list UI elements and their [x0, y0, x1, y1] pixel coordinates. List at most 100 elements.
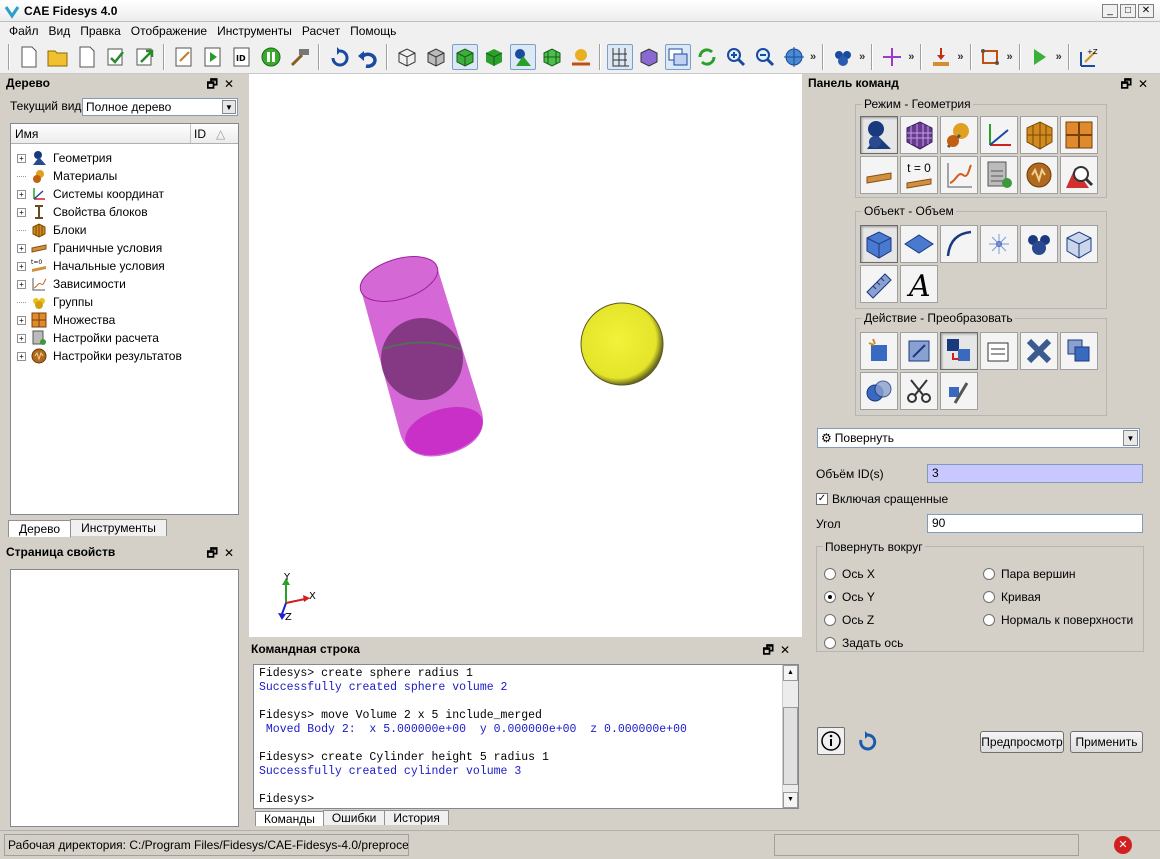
open-folder-icon[interactable] — [45, 44, 71, 70]
crosshair-icon[interactable] — [879, 44, 905, 70]
tree-item[interactable]: + Настройки результатов — [11, 347, 238, 365]
undo-history-icon[interactable] — [326, 44, 352, 70]
menu-display[interactable]: Отображение — [131, 24, 207, 38]
toolbar-overflow-icon[interactable]: » — [957, 51, 963, 63]
scroll-thumb[interactable] — [783, 707, 798, 785]
export-icon[interactable] — [132, 44, 158, 70]
coordinate-transform-icon[interactable]: +Z — [1075, 44, 1101, 70]
tab-errors[interactable]: Ошибки — [322, 810, 386, 825]
rotate-option[interactable]: Ось Y — [824, 585, 903, 608]
radio-button[interactable] — [983, 590, 995, 603]
sphere-volume[interactable] — [580, 302, 664, 386]
menu-view[interactable]: Вид — [49, 24, 71, 38]
pause-icon[interactable] — [258, 44, 284, 70]
apply-button[interactable]: Применить — [1070, 731, 1143, 753]
tree-item[interactable]: Блоки — [11, 221, 238, 239]
mode-postproc-button[interactable] — [1060, 156, 1098, 194]
radio-button[interactable] — [824, 590, 836, 603]
minimize-button[interactable]: _ — [1102, 3, 1118, 18]
run-script-icon[interactable] — [200, 44, 226, 70]
shaded-cube-icon[interactable] — [451, 43, 478, 70]
mesh-view-icon[interactable] — [539, 44, 565, 70]
preview-button[interactable]: Предпросмотр — [980, 731, 1064, 753]
expand-icon[interactable]: + — [17, 207, 26, 217]
solid-cube-icon[interactable] — [481, 44, 507, 70]
tree-item[interactable]: + t=0 Начальные условия — [11, 257, 238, 275]
rotate-option[interactable]: Ось X — [824, 562, 903, 585]
panel-float-close-icons[interactable]: 🗗✕ — [207, 544, 240, 562]
panel-float-close-icons[interactable]: 🗗✕ — [1121, 75, 1154, 93]
transparency-cube-icon[interactable] — [636, 44, 662, 70]
sort-icon[interactable]: △ — [213, 124, 235, 143]
panel-float-close-icons[interactable]: 🗗✕ — [763, 641, 796, 659]
rotate-option[interactable]: Пара вершин — [983, 562, 1133, 585]
zoom-in-icon[interactable] — [723, 44, 749, 70]
tree-item[interactable]: + Множества — [11, 311, 238, 329]
expand-icon[interactable]: + — [17, 351, 26, 361]
expand-icon[interactable]: + — [17, 315, 26, 325]
radio-button[interactable] — [824, 613, 836, 626]
mode-sets-button[interactable] — [1060, 116, 1098, 154]
tree-item[interactable]: + Свойства блоков — [11, 203, 238, 221]
action-cut-button[interactable] — [900, 372, 938, 410]
mode-blocks-button[interactable] — [1020, 116, 1058, 154]
column-name[interactable]: Имя — [11, 124, 191, 143]
tree-item[interactable]: Материалы — [11, 167, 238, 185]
object-volume-button[interactable] — [860, 225, 898, 263]
rotate-option[interactable]: Кривая — [983, 585, 1133, 608]
expand-icon[interactable]: + — [17, 261, 26, 271]
object-surface-button[interactable] — [900, 225, 938, 263]
radio-button[interactable] — [983, 567, 995, 580]
zoom-out-icon[interactable] — [752, 44, 778, 70]
chevron-down-icon[interactable]: ▼ — [1123, 430, 1138, 446]
action-cleanup-button[interactable] — [940, 372, 978, 410]
object-vertex-button[interactable] — [980, 225, 1018, 263]
column-id[interactable]: ID — [191, 124, 213, 143]
tree-item[interactable]: Группы — [11, 293, 238, 311]
undo-icon[interactable] — [355, 44, 381, 70]
expand-icon[interactable]: + — [17, 153, 26, 163]
action-create-button[interactable] — [860, 332, 898, 370]
rotate-option[interactable]: Ось Z — [824, 608, 903, 631]
menu-file[interactable]: Файл — [9, 24, 39, 38]
toolbar-overflow-icon[interactable]: » — [1007, 51, 1013, 63]
expand-icon[interactable]: + — [17, 279, 26, 289]
new-file-icon[interactable] — [16, 44, 42, 70]
light-scene-icon[interactable] — [568, 44, 594, 70]
angle-input[interactable]: 90 — [927, 514, 1143, 533]
mode-geometry-button[interactable] — [860, 116, 898, 154]
viewport-3d[interactable]: Y X Z — [249, 74, 802, 637]
console-scrollbar[interactable]: ▲ ▼ — [782, 665, 798, 808]
current-view-select[interactable]: Полное дерево ▼ — [82, 98, 238, 116]
menu-tools[interactable]: Инструменты — [217, 24, 292, 38]
action-boolean-button[interactable] — [860, 372, 898, 410]
menu-edit[interactable]: Правка — [80, 24, 121, 38]
tab-commands[interactable]: Команды — [255, 811, 324, 826]
object-group-button[interactable] — [1020, 225, 1058, 263]
load-boundary-icon[interactable] — [928, 44, 954, 70]
rotate-option[interactable]: Задать ось — [824, 631, 903, 654]
rotate-option[interactable]: Нормаль к поверхности — [983, 608, 1133, 631]
action-copy-button[interactable] — [1060, 332, 1098, 370]
radio-button[interactable] — [824, 636, 836, 649]
toolbar-overflow-icon[interactable]: » — [859, 51, 865, 63]
object-curve-button[interactable] — [940, 225, 978, 263]
include-merged-checkbox[interactable]: ✓ — [816, 493, 828, 505]
object-body-button[interactable] — [1060, 225, 1098, 263]
expand-icon[interactable]: + — [17, 333, 26, 343]
zoom-fit-icon[interactable] — [781, 44, 807, 70]
hammer-tools-icon[interactable] — [287, 44, 313, 70]
panel-float-close-icons[interactable]: 🗗✕ — [207, 75, 240, 93]
chevron-down-icon[interactable]: ▼ — [222, 100, 236, 114]
mode-results-button[interactable] — [1020, 156, 1058, 194]
action-transform-button[interactable] — [940, 332, 978, 370]
mode-calc-settings-button[interactable] — [980, 156, 1018, 194]
geometry-view-icon[interactable] — [509, 43, 536, 70]
scroll-up-icon[interactable]: ▲ — [783, 665, 798, 681]
group-objects-icon[interactable] — [830, 44, 856, 70]
tab-tree[interactable]: Дерево — [8, 520, 72, 537]
console-output[interactable]: Fidesys> create sphere radius 1 Successfu… — [253, 664, 799, 809]
import-icon[interactable] — [103, 44, 129, 70]
run-calculation-icon[interactable] — [1026, 44, 1052, 70]
maximize-button[interactable]: □ — [1120, 3, 1136, 18]
